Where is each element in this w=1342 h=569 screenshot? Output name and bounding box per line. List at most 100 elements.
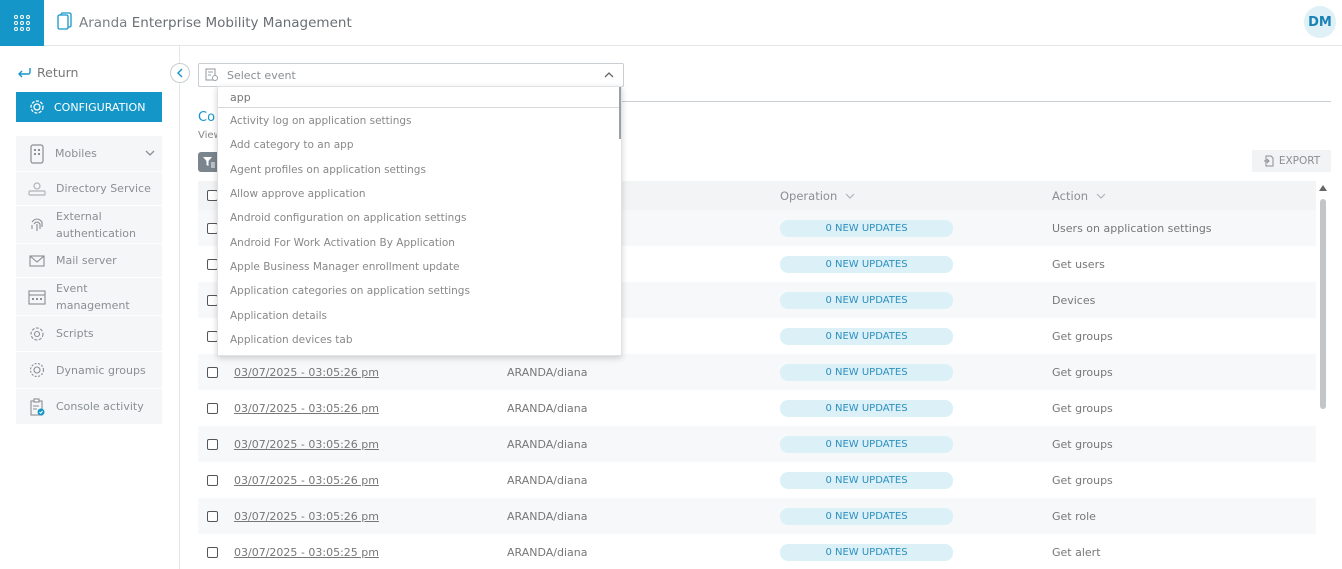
row-checkbox[interactable]: [207, 366, 218, 378]
status-badge: 0 NEW UPDATES: [780, 543, 953, 561]
column-header-label: Operation: [780, 188, 838, 203]
row-action: Get groups: [1052, 437, 1113, 451]
sidebar-item-label: Mobiles: [55, 147, 97, 160]
row-date-link[interactable]: 03/07/2025 - 03:05:26 pm: [234, 438, 379, 451]
select-event-dropdown[interactable]: Select event: [198, 63, 624, 87]
row-user: ARANDA/diana: [507, 473, 588, 487]
event-option[interactable]: Add category to an app: [218, 133, 621, 157]
collapse-sidebar-button[interactable]: [170, 63, 190, 83]
scrollbar-thumb[interactable]: [1320, 199, 1326, 409]
row-checkbox[interactable]: [207, 546, 218, 558]
status-badge: 0 NEW UPDATES: [780, 327, 953, 345]
event-option[interactable]: Android configuration on application set…: [218, 206, 621, 230]
event-dropdown-panel: app Activity log on application settings…: [217, 86, 622, 356]
event-option[interactable]: Apple Business Manager enrollment update: [218, 255, 621, 279]
table-row: 03/07/2025 - 03:05:26 pm ARANDA/diana 0 …: [198, 390, 1316, 426]
row-date-link[interactable]: 03/07/2025 - 03:05:25 pm: [234, 546, 379, 559]
sidebar-item-label: Directory Service: [56, 182, 151, 195]
row-checkbox[interactable]: [207, 438, 218, 450]
chevron-left-icon: [177, 68, 183, 78]
event-option[interactable]: Application devices tab: [218, 328, 621, 352]
sidebar-item-dynamic-groups[interactable]: Dynamic groups: [16, 352, 162, 389]
clipboard-check-icon: [27, 397, 47, 417]
gear-icon: [30, 100, 44, 114]
row-user: ARANDA/diana: [507, 545, 588, 559]
event-option[interactable]: Agent profiles on application settings: [218, 158, 621, 182]
return-label: Return: [37, 65, 79, 80]
configuration-button[interactable]: CONFIGURATION: [16, 92, 162, 122]
config-menu: Mobiles Directory Service External authe…: [16, 136, 162, 425]
sidebar-item-label: Console activity: [56, 400, 144, 413]
status-badge: 0 NEW UPDATES: [780, 219, 953, 237]
sidebar-item-console-activity[interactable]: Console activity: [16, 389, 162, 425]
event-icon: [27, 287, 47, 307]
export-button[interactable]: EXPORT: [1252, 150, 1331, 172]
row-action: Get groups: [1052, 473, 1113, 487]
row-action: Devices: [1052, 293, 1096, 307]
row-action: Get role: [1052, 509, 1096, 523]
row-date-link[interactable]: 03/07/2025 - 03:05:26 pm: [234, 402, 379, 415]
row-user: ARANDA/diana: [507, 401, 588, 415]
row-action: Users on application settings: [1052, 221, 1212, 235]
directory-icon: [27, 179, 47, 199]
sidebar-item-label: Event management: [56, 281, 130, 312]
table-row: 03/07/2025 - 03:05:26 pm ARANDA/diana 0 …: [198, 354, 1316, 390]
column-header-operation[interactable]: Operation: [780, 181, 855, 210]
app-title-main: Enterprise Mobility Management: [131, 15, 352, 31]
event-option[interactable]: Android For Work Activation By Applicati…: [218, 230, 621, 254]
return-link[interactable]: Return: [16, 65, 78, 80]
row-checkbox[interactable]: [207, 402, 218, 414]
event-filter-icon: [205, 68, 218, 81]
event-search-input[interactable]: app: [218, 87, 621, 108]
app-title-prefix: Aranda: [79, 15, 128, 31]
mobile-icon: [27, 143, 47, 164]
chevron-down-icon: [1096, 193, 1106, 199]
apps-grid-button[interactable]: [0, 0, 44, 46]
fingerprint-icon: [27, 215, 47, 235]
table-row: 03/07/2025 - 03:05:26 pm ARANDA/diana 0 …: [198, 462, 1316, 498]
row-date-link[interactable]: 03/07/2025 - 03:05:26 pm: [234, 510, 379, 523]
sidebar-item-label: External authentication: [56, 209, 136, 240]
device-logo-icon: [57, 12, 73, 34]
row-action: Get groups: [1052, 365, 1113, 379]
row-date-link[interactable]: 03/07/2025 - 03:05:26 pm: [234, 366, 379, 379]
chevron-down-icon: [145, 150, 155, 156]
table-row: 03/07/2025 - 03:05:25 pm ARANDA/diana 0 …: [198, 534, 1316, 569]
row-checkbox[interactable]: [207, 510, 218, 522]
scroll-up-arrow-icon[interactable]: [1319, 185, 1327, 191]
sidebar-item-external-authentication[interactable]: External authentication: [16, 206, 162, 244]
row-user: ARANDA/diana: [507, 437, 588, 451]
sidebar-item-label: Dynamic groups: [56, 363, 146, 377]
event-option[interactable]: Application details: [218, 303, 621, 327]
filter-icon: [203, 157, 215, 168]
event-option[interactable]: Application categories on application se…: [218, 279, 621, 303]
status-badge: 0 NEW UPDATES: [780, 255, 953, 273]
table-scrollbar[interactable]: [1319, 185, 1327, 569]
row-action: Get alert: [1052, 545, 1101, 559]
column-header-action[interactable]: Action: [1052, 181, 1106, 210]
status-badge: 0 NEW UPDATES: [780, 471, 953, 489]
gear-icon: [27, 324, 47, 344]
row-action: Get users: [1052, 257, 1105, 271]
sidebar-item-scripts[interactable]: Scripts: [16, 316, 162, 352]
return-arrow-icon: [18, 67, 31, 77]
status-badge: 0 NEW UPDATES: [780, 507, 953, 525]
row-checkbox[interactable]: [207, 474, 218, 486]
user-avatar[interactable]: DM: [1304, 6, 1336, 38]
status-badge: 0 NEW UPDATES: [780, 399, 953, 417]
sidebar-item-directory-service[interactable]: Directory Service: [16, 172, 162, 206]
status-badge: 0 NEW UPDATES: [780, 291, 953, 309]
apps-grid-icon: [14, 15, 30, 31]
event-option[interactable]: Allow approve application: [218, 182, 621, 206]
row-user: ARANDA/diana: [507, 509, 588, 523]
app-header: Aranda Enterprise Mobility Management DM: [0, 0, 1342, 46]
sidebar-item-mobiles[interactable]: Mobiles: [16, 136, 162, 172]
sidebar-item-event-management[interactable]: Event management: [16, 278, 162, 316]
section-divider: [622, 101, 1331, 102]
event-option[interactable]: Activity log on application settings: [218, 109, 621, 133]
row-user: ARANDA/diana: [507, 365, 588, 379]
mail-icon: [27, 251, 47, 271]
sidebar-item-mail-server[interactable]: Mail server: [16, 244, 162, 278]
row-date-link[interactable]: 03/07/2025 - 03:05:26 pm: [234, 474, 379, 487]
status-badge: 0 NEW UPDATES: [780, 363, 953, 381]
